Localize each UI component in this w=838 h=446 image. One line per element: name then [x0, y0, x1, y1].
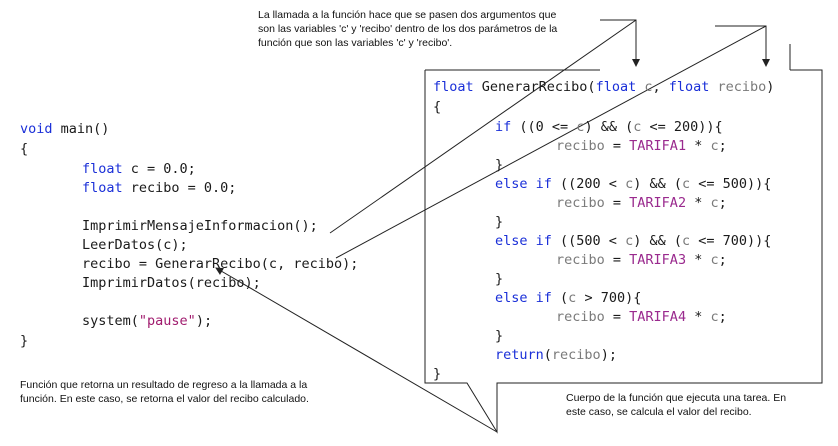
note-line: La llamada a la función hace que se pase… [258, 9, 557, 21]
func-code-line: recibo = TARIFA1 * c; [556, 138, 727, 154]
note-body: Cuerpo de la función que ejecuta una tar… [566, 391, 786, 419]
main-code-line: system("pause"); [82, 313, 213, 329]
main-code-line: recibo = GenerarRecibo(c, recibo); [82, 256, 359, 272]
note-line: son las variables 'c' y 'recibo' dentro … [258, 23, 558, 35]
func-code-line: { [433, 99, 442, 115]
func-code-line: } [495, 157, 504, 173]
func-code-line: else if ((200 < c) && (c <= 500)){ [495, 176, 772, 192]
main-code-line: { [20, 141, 29, 157]
main-code-line: void main() [20, 121, 110, 137]
func-code-line: } [433, 366, 442, 382]
func-code-line: recibo = TARIFA2 * c; [556, 195, 727, 211]
func-code-line: } [495, 271, 504, 287]
main-code-line: ImprimirMensajeInformacion(); [82, 218, 318, 234]
func-code-line: return(recibo); [495, 347, 617, 363]
func-code-line: } [495, 328, 504, 344]
func-code-line: float GenerarRecibo(float c, float recib… [433, 79, 775, 95]
func-code-line: } [495, 214, 504, 230]
main-code-line: } [20, 333, 29, 349]
func-code-line: recibo = TARIFA3 * c; [556, 252, 727, 268]
func-code-line: else if (c > 700){ [495, 290, 642, 306]
note-parameters: La llamada a la función hace que se pase… [258, 8, 557, 50]
note-line: Cuerpo de la función que ejecuta una tar… [566, 392, 787, 404]
main-code-line: float recibo = 0.0; [82, 180, 237, 196]
note-line: función que son las variables 'c' y 'rec… [258, 37, 453, 49]
arrow-to-param-recibo [715, 25, 770, 67]
note-line: este caso, se calcula el valor del recib… [566, 406, 752, 418]
main-code-line: ImprimirDatos(recibo); [82, 275, 261, 291]
note-line: Función que retorna un resultado de regr… [20, 379, 308, 391]
main-code-line: LeerDatos(c); [82, 237, 188, 253]
note-return: Función que retorna un resultado de regr… [20, 378, 309, 406]
main-code-line: float c = 0.0; [82, 161, 196, 177]
func-code-line: else if ((500 < c) && (c <= 700)){ [495, 233, 772, 249]
func-code-line: recibo = TARIFA4 * c; [556, 309, 727, 325]
arrow-to-param-c [600, 19, 640, 67]
note-line: función. En este caso, se retorna el val… [20, 393, 309, 405]
func-code-line: if ((0 <= c) && (c <= 200)){ [495, 119, 723, 135]
